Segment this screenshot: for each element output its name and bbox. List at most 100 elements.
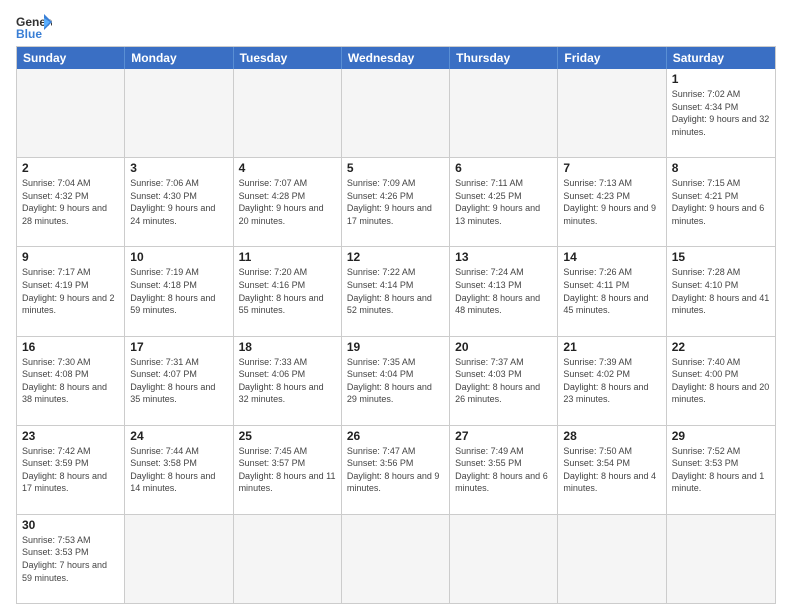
sun-info: Sunrise: 7:39 AM Sunset: 4:02 PM Dayligh… <box>563 356 660 406</box>
calendar-cell: 16Sunrise: 7:30 AM Sunset: 4:08 PM Dayli… <box>17 337 125 425</box>
logo: General Blue <box>16 12 52 40</box>
sun-info: Sunrise: 7:07 AM Sunset: 4:28 PM Dayligh… <box>239 177 336 227</box>
calendar-cell: 2Sunrise: 7:04 AM Sunset: 4:32 PM Daylig… <box>17 158 125 246</box>
sun-info: Sunrise: 7:53 AM Sunset: 3:53 PM Dayligh… <box>22 534 119 584</box>
day-number: 6 <box>455 161 552 175</box>
day-number: 22 <box>672 340 770 354</box>
sun-info: Sunrise: 7:20 AM Sunset: 4:16 PM Dayligh… <box>239 266 336 316</box>
day-number: 26 <box>347 429 444 443</box>
calendar-header-cell: Friday <box>558 47 666 69</box>
calendar-cell-empty <box>558 515 666 603</box>
calendar-cell-empty <box>450 515 558 603</box>
day-number: 1 <box>672 72 770 86</box>
day-number: 8 <box>672 161 770 175</box>
calendar-cell: 23Sunrise: 7:42 AM Sunset: 3:59 PM Dayli… <box>17 426 125 514</box>
calendar-cell: 3Sunrise: 7:06 AM Sunset: 4:30 PM Daylig… <box>125 158 233 246</box>
sun-info: Sunrise: 7:19 AM Sunset: 4:18 PM Dayligh… <box>130 266 227 316</box>
sun-info: Sunrise: 7:04 AM Sunset: 4:32 PM Dayligh… <box>22 177 119 227</box>
day-number: 24 <box>130 429 227 443</box>
day-number: 25 <box>239 429 336 443</box>
day-number: 14 <box>563 250 660 264</box>
calendar-cell-empty <box>667 515 775 603</box>
day-number: 3 <box>130 161 227 175</box>
calendar-cell: 8 Sunrise: 7:15 AM Sunset: 4:21 PM Daylig… <box>667 158 775 246</box>
calendar-cell: 26 Sunrise: 7:47 AM Sunset: 3:56 PM Dayli… <box>342 426 450 514</box>
sun-info: Sunrise: 7:11 AM Sunset: 4:25 PM Dayligh… <box>455 177 552 227</box>
calendar-header: SundayMondayTuesdayWednesdayThursdayFrid… <box>17 47 775 69</box>
day-number: 28 <box>563 429 660 443</box>
calendar-cell: 28 Sunrise: 7:50 AM Sunset: 3:54 PM Dayli… <box>558 426 666 514</box>
day-number: 20 <box>455 340 552 354</box>
calendar-cell: 17 Sunrise: 7:31 AM Sunset: 4:07 PM Dayli… <box>125 337 233 425</box>
day-number: 16 <box>22 340 119 354</box>
day-number: 19 <box>347 340 444 354</box>
calendar-cell-empty <box>234 69 342 157</box>
sun-info: Sunrise: 7:42 AM Sunset: 3:59 PM Dayligh… <box>22 445 119 495</box>
sun-info: Sunrise: 7:33 AM Sunset: 4:06 PM Dayligh… <box>239 356 336 406</box>
sun-info: Sunrise: 7:24 AM Sunset: 4:13 PM Dayligh… <box>455 266 552 316</box>
sun-info: Sunrise: 7:31 AM Sunset: 4:07 PM Dayligh… <box>130 356 227 406</box>
calendar-cell-empty <box>558 69 666 157</box>
sun-info: Sunrise: 7:13 AM Sunset: 4:23 PM Dayligh… <box>563 177 660 227</box>
calendar-header-cell: Tuesday <box>234 47 342 69</box>
calendar-cell-empty <box>125 515 233 603</box>
day-number: 11 <box>239 250 336 264</box>
calendar-cell: 4Sunrise: 7:07 AM Sunset: 4:28 PM Daylig… <box>234 158 342 246</box>
calendar-cell-empty <box>17 69 125 157</box>
page-header: General Blue <box>16 12 776 40</box>
svg-text:Blue: Blue <box>16 27 42 40</box>
calendar-header-cell: Saturday <box>667 47 775 69</box>
calendar-cell: 19 Sunrise: 7:35 AM Sunset: 4:04 PM Dayli… <box>342 337 450 425</box>
calendar-cell-empty <box>342 515 450 603</box>
sun-info: Sunrise: 7:47 AM Sunset: 3:56 PM Dayligh… <box>347 445 444 495</box>
day-number: 27 <box>455 429 552 443</box>
calendar-cell: 1 Sunrise: 7:02 AM Sunset: 4:34 PM Daylig… <box>667 69 775 157</box>
calendar-cell-empty <box>450 69 558 157</box>
calendar-cell: 29Sunrise: 7:52 AM Sunset: 3:53 PM Dayli… <box>667 426 775 514</box>
calendar-cell: 11 Sunrise: 7:20 AM Sunset: 4:16 PM Dayli… <box>234 247 342 335</box>
sun-info: Sunrise: 7:45 AM Sunset: 3:57 PM Dayligh… <box>239 445 336 495</box>
calendar-cell: 7 Sunrise: 7:13 AM Sunset: 4:23 PM Daylig… <box>558 158 666 246</box>
calendar-cell: 5 Sunrise: 7:09 AM Sunset: 4:26 PM Daylig… <box>342 158 450 246</box>
sun-info: Sunrise: 7:17 AM Sunset: 4:19 PM Dayligh… <box>22 266 119 316</box>
calendar-header-cell: Thursday <box>450 47 558 69</box>
calendar-cell: 20 Sunrise: 7:37 AM Sunset: 4:03 PM Dayli… <box>450 337 558 425</box>
calendar-header-cell: Sunday <box>17 47 125 69</box>
sun-info: Sunrise: 7:49 AM Sunset: 3:55 PM Dayligh… <box>455 445 552 495</box>
calendar: SundayMondayTuesdayWednesdayThursdayFrid… <box>16 46 776 604</box>
day-number: 12 <box>347 250 444 264</box>
calendar-body: 1 Sunrise: 7:02 AM Sunset: 4:34 PM Daylig… <box>17 69 775 603</box>
day-number: 5 <box>347 161 444 175</box>
calendar-cell: 27 Sunrise: 7:49 AM Sunset: 3:55 PM Dayli… <box>450 426 558 514</box>
calendar-cell: 18Sunrise: 7:33 AM Sunset: 4:06 PM Dayli… <box>234 337 342 425</box>
sun-info: Sunrise: 7:28 AM Sunset: 4:10 PM Dayligh… <box>672 266 770 316</box>
day-number: 10 <box>130 250 227 264</box>
calendar-cell: 12 Sunrise: 7:22 AM Sunset: 4:14 PM Dayli… <box>342 247 450 335</box>
sun-info: Sunrise: 7:40 AM Sunset: 4:00 PM Dayligh… <box>672 356 770 406</box>
calendar-row: 2Sunrise: 7:04 AM Sunset: 4:32 PM Daylig… <box>17 157 775 246</box>
calendar-header-cell: Monday <box>125 47 233 69</box>
sun-info: Sunrise: 7:35 AM Sunset: 4:04 PM Dayligh… <box>347 356 444 406</box>
sun-info: Sunrise: 7:37 AM Sunset: 4:03 PM Dayligh… <box>455 356 552 406</box>
calendar-cell: 30Sunrise: 7:53 AM Sunset: 3:53 PM Dayli… <box>17 515 125 603</box>
sun-info: Sunrise: 7:52 AM Sunset: 3:53 PM Dayligh… <box>672 445 770 495</box>
calendar-cell-empty <box>125 69 233 157</box>
calendar-row: 30Sunrise: 7:53 AM Sunset: 3:53 PM Dayli… <box>17 514 775 603</box>
day-number: 9 <box>22 250 119 264</box>
calendar-cell: 14 Sunrise: 7:26 AM Sunset: 4:11 PM Dayli… <box>558 247 666 335</box>
day-number: 7 <box>563 161 660 175</box>
calendar-row: 1 Sunrise: 7:02 AM Sunset: 4:34 PM Daylig… <box>17 69 775 157</box>
sun-info: Sunrise: 7:26 AM Sunset: 4:11 PM Dayligh… <box>563 266 660 316</box>
calendar-cell: 10 Sunrise: 7:19 AM Sunset: 4:18 PM Dayli… <box>125 247 233 335</box>
sun-info: Sunrise: 7:09 AM Sunset: 4:26 PM Dayligh… <box>347 177 444 227</box>
day-number: 13 <box>455 250 552 264</box>
sun-info: Sunrise: 7:02 AM Sunset: 4:34 PM Dayligh… <box>672 88 770 138</box>
calendar-cell: 6 Sunrise: 7:11 AM Sunset: 4:25 PM Daylig… <box>450 158 558 246</box>
day-number: 15 <box>672 250 770 264</box>
calendar-row: 16Sunrise: 7:30 AM Sunset: 4:08 PM Dayli… <box>17 336 775 425</box>
day-number: 17 <box>130 340 227 354</box>
calendar-row: 9 Sunrise: 7:17 AM Sunset: 4:19 PM Daylig… <box>17 246 775 335</box>
sun-info: Sunrise: 7:22 AM Sunset: 4:14 PM Dayligh… <box>347 266 444 316</box>
sun-info: Sunrise: 7:50 AM Sunset: 3:54 PM Dayligh… <box>563 445 660 495</box>
sun-info: Sunrise: 7:15 AM Sunset: 4:21 PM Dayligh… <box>672 177 770 227</box>
